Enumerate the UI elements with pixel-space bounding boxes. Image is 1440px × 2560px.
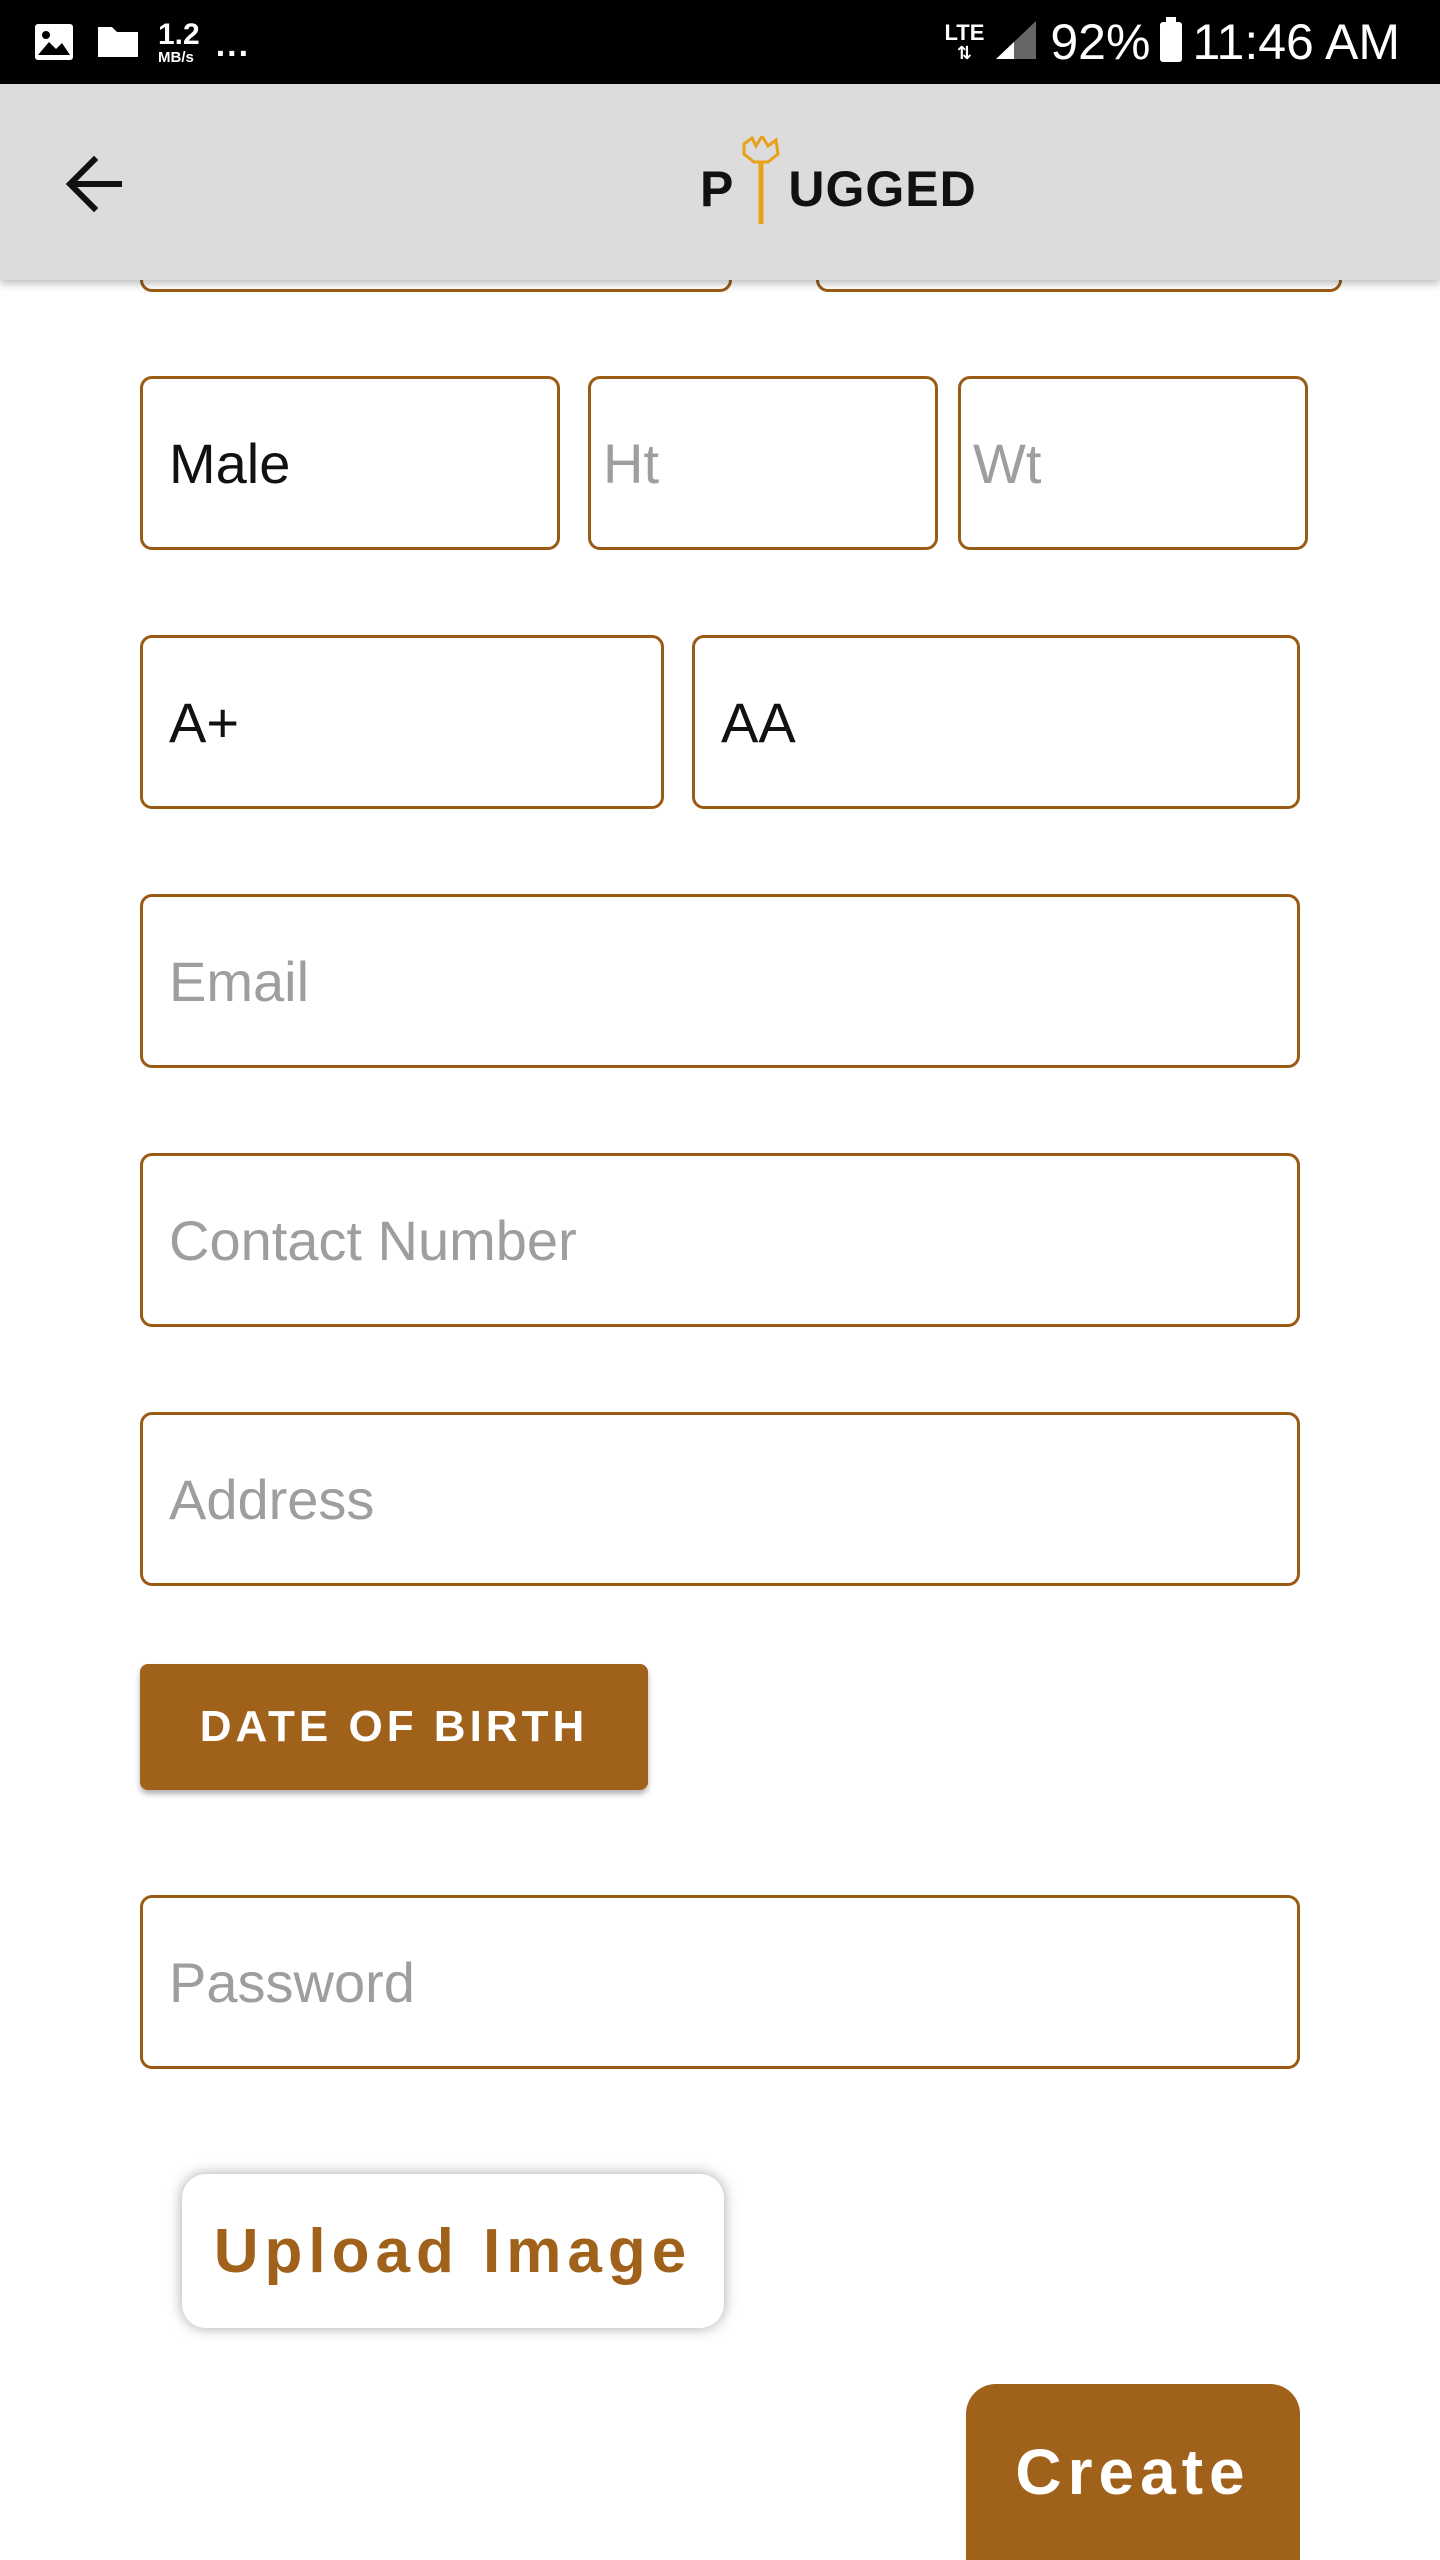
create-button[interactable]: Create (966, 2384, 1300, 2560)
clock: 11:46 AM (1192, 14, 1400, 70)
blood-group-value: A+ (169, 690, 240, 754)
network-type: LTE (944, 20, 985, 45)
signal-icon (994, 19, 1038, 66)
password-placeholder: Password (169, 1950, 415, 2014)
password-input[interactable]: Password (140, 1895, 1300, 2069)
email-placeholder: Email (169, 949, 310, 1013)
logo-text-right: UGGED (788, 161, 977, 217)
plug-icon (738, 136, 784, 224)
status-bar: 1.2 MB/s ... LTE ⇅ 92% 11:46 AM (0, 0, 1440, 84)
upload-image-button[interactable]: Upload Image (182, 2174, 724, 2328)
upload-image-label: Upload Image (213, 2216, 693, 2286)
speed-value: 1.2 (158, 17, 200, 51)
folder-icon (96, 23, 138, 61)
address-placeholder: Address (169, 1467, 375, 1531)
genotype-value: AA (721, 690, 796, 754)
weight-input[interactable]: Wt (958, 376, 1308, 550)
date-of-birth-label: DATE OF BIRTH (199, 1702, 589, 1751)
logo-text-left: P (700, 161, 735, 217)
blood-group-field[interactable]: A+ (140, 635, 664, 809)
app-bar: P UGGED (0, 84, 1440, 280)
email-input[interactable]: Email (140, 894, 1300, 1068)
genotype-field[interactable]: AA (692, 635, 1300, 809)
battery-icon (1160, 17, 1183, 62)
gender-field[interactable]: Male (140, 376, 560, 550)
battery-percent: 92% (1050, 14, 1151, 70)
app-logo: P UGGED (700, 94, 977, 284)
status-right: LTE ⇅ 92% 11:46 AM (944, 0, 1400, 84)
speed-unit: MB/s (158, 48, 194, 66)
height-input[interactable]: Ht (588, 376, 938, 550)
lte-icon: LTE ⇅ (944, 20, 985, 63)
create-label: Create (1015, 2436, 1251, 2508)
contact-placeholder: Contact Number (169, 1208, 577, 1272)
weight-placeholder: Wt (973, 431, 1042, 495)
contact-number-input[interactable]: Contact Number (140, 1153, 1300, 1327)
gallery-icon (34, 23, 74, 61)
status-left: 1.2 MB/s ... (34, 0, 250, 84)
date-of-birth-button[interactable]: DATE OF BIRTH (140, 1664, 648, 1790)
gender-value: Male (169, 431, 291, 495)
network-speed: 1.2 MB/s (158, 17, 200, 66)
address-input[interactable]: Address (140, 1412, 1300, 1586)
back-button[interactable] (52, 142, 136, 226)
height-placeholder: Ht (603, 431, 659, 495)
arrow-left-icon (65, 155, 122, 213)
more-notifications: ... (215, 25, 251, 64)
